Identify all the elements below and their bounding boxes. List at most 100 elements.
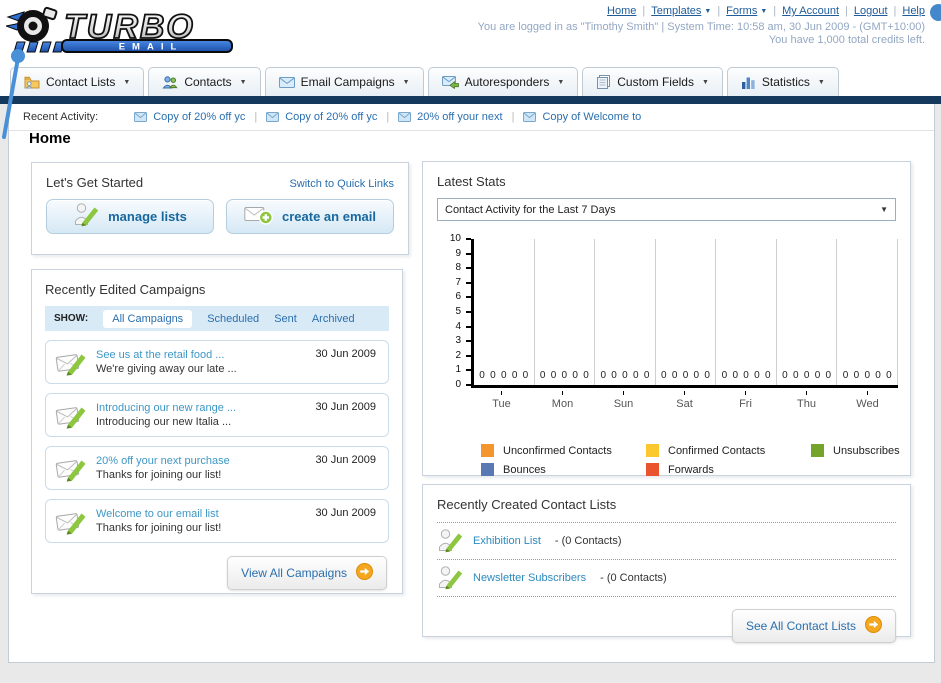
tab-autoresponders[interactable]: Autoresponders ▼ — [427, 67, 579, 96]
top-link-home[interactable]: Home — [607, 5, 636, 17]
stats-range-value: Contact Activity for the Last 7 Days — [445, 203, 616, 216]
see-all-contact-lists-button[interactable]: See All Contact Lists — [731, 609, 896, 643]
tab-contact-lists[interactable]: Contact Lists ▼ — [10, 67, 145, 96]
top-link-logout[interactable]: Logout — [854, 5, 888, 17]
tab-contacts[interactable]: Contacts ▼ — [148, 67, 261, 96]
y-axis-label: 1 — [455, 364, 461, 376]
x-axis-tick — [623, 391, 624, 395]
recent-activity-label: Recent Activity: — [23, 111, 99, 123]
manage-lists-label: manage lists — [108, 209, 187, 224]
top-link-help[interactable]: Help — [902, 5, 925, 17]
content-sheet: Recent Activity: Copy of 20% off yc | Copy… — [8, 104, 935, 663]
campaign-list: See us at the retail food ... We're givin… — [45, 340, 389, 543]
recent-activity-item-label: Copy of Welcome to — [542, 111, 642, 123]
chevron-down-icon: ▼ — [123, 78, 131, 86]
envelope-icon — [523, 112, 537, 122]
recent-activity-item[interactable]: Copy of 20% off yc — [134, 111, 245, 123]
person-pencil-icon — [439, 566, 463, 590]
filter-tab-sent[interactable]: Sent — [274, 313, 297, 325]
manage-lists-button[interactable]: manage lists — [46, 199, 214, 234]
value-label: 0 — [479, 370, 485, 381]
email-campaigns-icon — [278, 76, 295, 88]
legend-swatch — [481, 444, 494, 457]
create-email-button[interactable]: create an email — [226, 199, 394, 234]
tab-email-campaigns[interactable]: Email Campaigns ▼ — [264, 67, 424, 96]
x-axis-label: Sat — [676, 398, 693, 410]
x-axis-label: Thu — [797, 398, 816, 410]
y-axis-label: 3 — [455, 335, 461, 347]
value-label: 0 — [825, 370, 832, 381]
statistics-icon — [741, 77, 755, 89]
turbo-email-dashboard: EMAIL TURBO Home | Templates ▼ | Forms ▼ | My Ac… — [0, 0, 941, 683]
value-label: 0 — [875, 370, 881, 381]
arrow-circle-icon — [356, 563, 373, 580]
tab-statistics[interactable]: Statistics ▼ — [726, 67, 839, 96]
recent-activity-bar: Recent Activity: Copy of 20% off yc | Copy… — [9, 104, 934, 131]
chart-group-tue: 00000 — [474, 239, 535, 385]
view-all-campaigns-button[interactable]: View All Campaigns — [227, 556, 387, 590]
legend-item-unconfirmed-contacts: Unconfirmed Contacts — [481, 444, 646, 457]
campaign-row: Introducing our new range ... Introducing… — [45, 393, 389, 437]
value-labels: 00000 — [716, 370, 776, 381]
top-link-my-account[interactable]: My Account — [782, 5, 839, 17]
chevron-down-icon: ▼ — [817, 78, 825, 86]
recent-activity-item-label: Copy of 20% off yc — [285, 111, 378, 123]
contact-list-count: - (0 Contacts) — [554, 535, 622, 547]
value-label: 0 — [782, 370, 788, 381]
envelope-icon — [266, 112, 280, 122]
value-label: 0 — [864, 370, 870, 381]
value-label: 0 — [842, 370, 849, 381]
value-label: 0 — [732, 370, 738, 381]
recent-activity-item[interactable]: 20% off your next — [398, 111, 503, 123]
x-axis-cell: Thu — [776, 391, 837, 410]
turbo-email-logo[interactable]: EMAIL TURBO — [6, 3, 238, 57]
filter-tab-scheduled[interactable]: Scheduled — [207, 313, 259, 325]
top-link-templates[interactable]: Templates — [651, 5, 701, 17]
y-axis-label: 4 — [455, 320, 461, 332]
chart-legend: Unconfirmed Contacts Confirmed Contacts Un… — [481, 444, 900, 476]
envelope-pencil-icon — [55, 353, 86, 376]
x-axis-label: Wed — [856, 398, 879, 410]
top-link-forms[interactable]: Forms — [726, 5, 757, 17]
contact-lists-panel: Recently Created Contact Lists Exhibitio… — [422, 484, 911, 643]
value-label: 0 — [600, 370, 606, 381]
recent-activity-item[interactable]: Copy of Welcome to — [523, 111, 641, 123]
contact-list-row: Exhibition List - (0 Contacts) — [437, 523, 896, 560]
envelope-plus-icon — [244, 207, 273, 225]
campaign-title-link[interactable]: See us at the retail food ... — [96, 348, 237, 362]
legend-item-bounces: Bounces — [481, 463, 646, 476]
contact-list-link[interactable]: Exhibition List — [473, 535, 541, 547]
x-axis-tick — [867, 391, 868, 395]
latest-stats-title: Latest Stats — [437, 174, 506, 189]
campaigns-title: Recently Edited Campaigns — [45, 282, 206, 297]
y-axis-label: 8 — [455, 262, 461, 274]
recent-activity-item[interactable]: Copy of 20% off yc — [266, 111, 377, 123]
filter-tab-all-campaigns[interactable]: All Campaigns — [103, 309, 193, 328]
campaign-title-link[interactable]: Introducing our new range ... — [96, 401, 236, 415]
x-axis-cell: Wed — [837, 391, 898, 410]
campaign-date: 30 Jun 2009 — [315, 454, 376, 466]
contact-list-link[interactable]: Newsletter Subscribers — [473, 572, 586, 584]
campaign-title-link[interactable]: 20% off your next purchase — [96, 454, 230, 468]
value-label: 0 — [583, 370, 589, 381]
value-label: 0 — [522, 370, 529, 381]
value-label: 0 — [803, 370, 810, 381]
legend-swatch — [811, 444, 824, 457]
legend-label: Unsubscribes — [833, 444, 900, 457]
campaign-title-link[interactable]: Welcome to our email list — [96, 507, 221, 521]
tab-custom-fields[interactable]: Custom Fields ▼ — [582, 67, 723, 96]
x-axis-cell: Sun — [593, 391, 654, 410]
filter-tab-archived[interactable]: Archived — [312, 313, 355, 325]
chart-group-fri: 00000 — [716, 239, 777, 385]
campaign-date: 30 Jun 2009 — [315, 401, 376, 413]
campaign-subtitle: Thanks for joining our list! — [96, 469, 222, 481]
x-axis-tick — [684, 391, 685, 395]
chart-group-sun: 00000 — [595, 239, 656, 385]
y-axis-label: 5 — [455, 306, 461, 317]
value-label: 0 — [622, 370, 628, 381]
stats-range-dropdown[interactable]: Contact Activity for the Last 7 Days ▼ — [437, 198, 896, 221]
value-label: 0 — [764, 370, 771, 381]
help-bubble-icon[interactable] — [930, 4, 941, 21]
x-axis-tick — [562, 391, 563, 395]
switch-quick-links[interactable]: Switch to Quick Links — [289, 178, 394, 190]
